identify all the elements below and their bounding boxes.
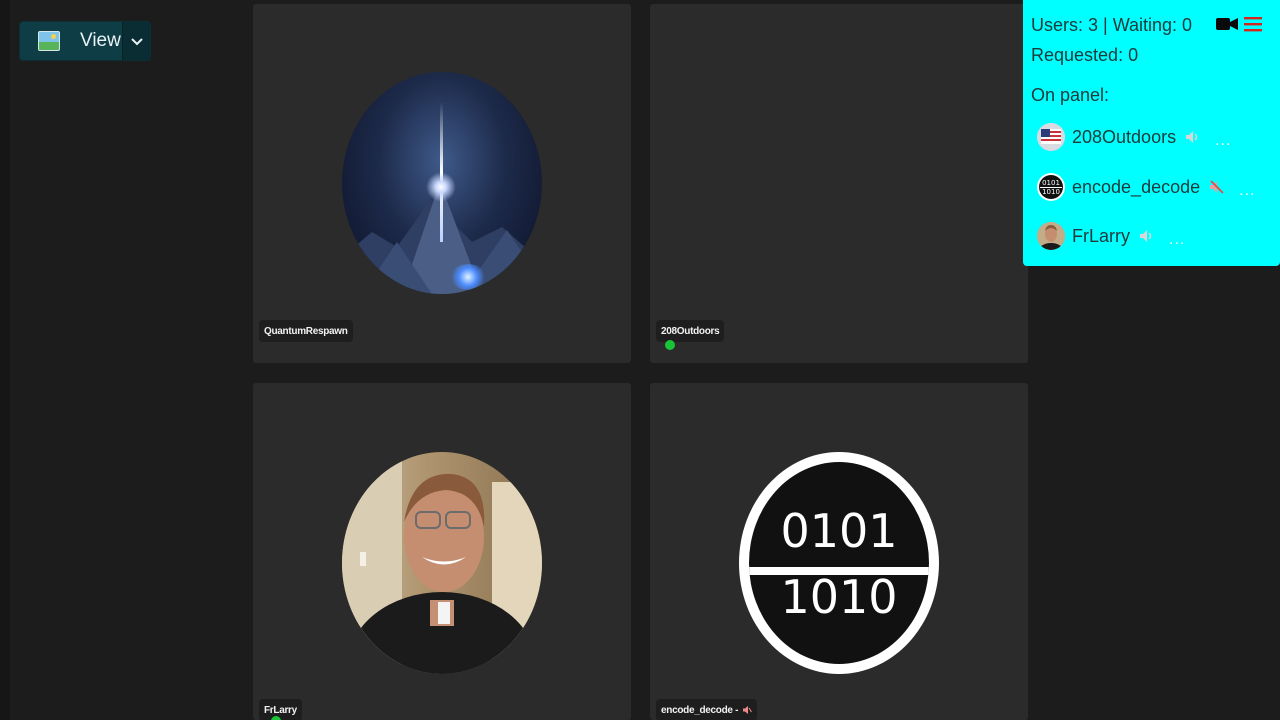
person-avatar: [1037, 222, 1065, 250]
member-avatar: [1037, 222, 1065, 250]
view-dropdown-toggle[interactable]: [122, 22, 150, 60]
member-name: encode_decode: [1072, 176, 1201, 197]
video-tile-frlarry[interactable]: FrLarry: [253, 383, 631, 720]
member-avatar: 0101 1010: [1037, 173, 1065, 201]
panel-member[interactable]: 0101 1010 encode_decode ...: [1037, 172, 1255, 202]
more-options-icon[interactable]: ...: [1239, 182, 1255, 200]
tile-name-tag: encode_decode -: [656, 699, 758, 720]
users-count: Users: 3 | Waiting: 0: [1031, 15, 1193, 35]
video-tile-quantumrespawn[interactable]: QuantumRespawn: [253, 4, 631, 363]
participants-panel: Users: 3 | Waiting: 0 Requested: 0 On pa…: [1023, 0, 1280, 266]
chevron-down-icon: [130, 38, 143, 46]
member-name: 208Outdoors: [1072, 126, 1177, 147]
video-camera-icon[interactable]: [1216, 17, 1238, 31]
binary-logo: 0101 1010: [749, 462, 929, 664]
mini-binary-bottom: 1010: [1042, 188, 1060, 196]
binary-top-text: 0101: [780, 504, 898, 558]
light-flare: [426, 172, 456, 202]
video-tile-208outdoors[interactable]: 208Outdoors: [650, 4, 1028, 363]
mini-binary-top: 0101: [1042, 179, 1060, 187]
member-avatar: [1037, 123, 1065, 151]
requested-count: Requested: 0: [1031, 45, 1139, 65]
speaking-indicator: [665, 340, 675, 350]
blue-glow: [450, 264, 486, 290]
on-panel-label: On panel:: [1031, 85, 1110, 105]
view-button[interactable]: View: [20, 22, 150, 60]
avatar-frlarry: [342, 452, 542, 674]
tile-name-tag: QuantumRespawn: [259, 320, 353, 342]
more-options-icon[interactable]: ...: [1215, 132, 1231, 150]
speaker-icon[interactable]: [1185, 129, 1201, 145]
view-button-label: View: [80, 30, 121, 51]
hamburger-menu-icon[interactable]: [1244, 15, 1262, 33]
binary-mini-logo: 0101 1010: [1039, 175, 1063, 199]
speaking-indicator: [271, 716, 281, 720]
tile-name-tag: 208Outdoors: [656, 320, 725, 342]
flag-avatar: [1037, 123, 1065, 151]
video-tile-encode-decode[interactable]: 0101 1010 encode_decode -: [650, 383, 1028, 720]
picture-icon: [38, 31, 60, 51]
avatar-quantumrespawn: [342, 72, 542, 294]
more-options-icon[interactable]: ...: [1169, 231, 1185, 249]
binary-bottom-text: 1010: [780, 570, 898, 624]
panel-member[interactable]: FrLarry ...: [1037, 221, 1185, 251]
panel-member[interactable]: 208Outdoors ...: [1037, 122, 1231, 152]
tile-name-tag: FrLarry: [259, 699, 302, 720]
member-name: FrLarry: [1072, 225, 1130, 246]
person-photo: [342, 452, 542, 674]
avatar-encode-decode: 0101 1010: [739, 452, 939, 674]
speaker-icon[interactable]: [1139, 228, 1155, 244]
muted-icon[interactable]: [1209, 179, 1225, 195]
tile-name-text: encode_decode -: [661, 704, 739, 716]
muted-icon: [743, 706, 753, 714]
left-gutter: [0, 0, 10, 720]
